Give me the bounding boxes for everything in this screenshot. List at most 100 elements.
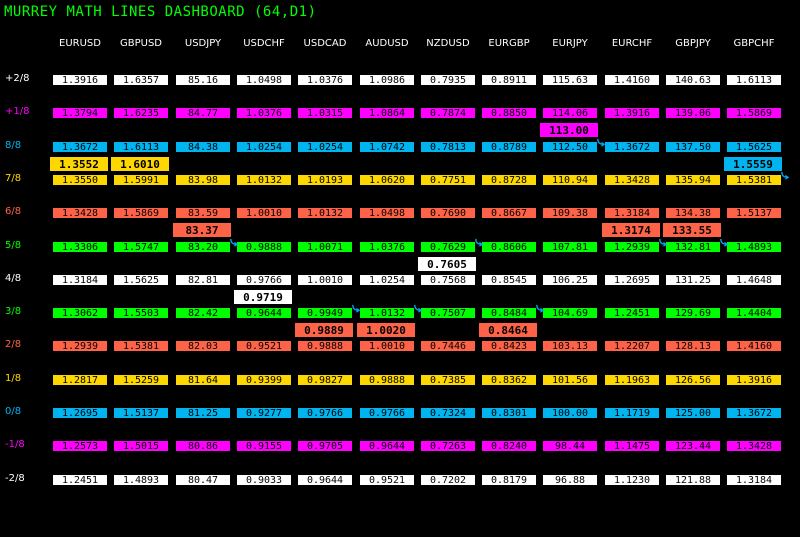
level-cell: 1.1719 — [604, 407, 660, 419]
level-cell: 1.0864 — [359, 107, 415, 119]
level-cell: 0.9949 — [297, 307, 353, 319]
level-label: 5/8 — [5, 240, 22, 251]
level-cell: 1.2207 — [604, 340, 660, 352]
level-cell: 1.0132 — [297, 207, 353, 219]
level-cell: 0.8484 — [481, 307, 537, 319]
level-cell: 0.7813 — [420, 141, 476, 153]
level-label: +1/8 — [5, 106, 30, 117]
level-label: -1/8 — [5, 439, 25, 450]
level-cell: 80.86 — [175, 440, 231, 452]
level-cell: 106.25 — [542, 274, 598, 286]
level-cell: 0.9521 — [359, 474, 415, 486]
level-cell: 1.5259 — [113, 374, 169, 386]
curved-arrow-icon — [351, 304, 361, 313]
level-cell: 1.5991 — [113, 174, 169, 186]
level-cell: 1.2939 — [604, 241, 660, 253]
level-cell: 1.1230 — [604, 474, 660, 486]
level-label: 6/8 — [5, 206, 22, 217]
level-cell: 1.4160 — [604, 74, 660, 86]
column-header-eurchf: EURCHF — [611, 38, 653, 49]
level-cell: 0.9766 — [236, 274, 292, 286]
level-cell: 132.81 — [665, 241, 721, 253]
level-cell: 82.03 — [175, 340, 231, 352]
column-header-usdchf: USDCHF — [243, 38, 285, 49]
level-cell: 128.13 — [665, 340, 721, 352]
level-label: 7/8 — [5, 173, 22, 184]
level-cell: 0.7446 — [420, 340, 476, 352]
level-cell: 0.9766 — [359, 407, 415, 419]
level-cell: 1.3672 — [604, 141, 660, 153]
level-cell: 101.56 — [542, 374, 598, 386]
level-cell: 1.5137 — [113, 407, 169, 419]
current-price-eurusd: 1.3552 — [49, 156, 109, 172]
level-cell: 109.38 — [542, 207, 598, 219]
current-price-usdjpy: 83.37 — [172, 222, 232, 238]
level-cell: 0.8179 — [481, 474, 537, 486]
level-cell: 135.94 — [665, 174, 721, 186]
level-cell: 0.7202 — [420, 474, 476, 486]
level-cell: 1.2817 — [52, 374, 108, 386]
level-cell: 0.9399 — [236, 374, 292, 386]
level-cell: 98.44 — [542, 440, 598, 452]
current-price-gbpjpy: 133.55 — [662, 222, 722, 238]
level-cell: 0.8911 — [481, 74, 537, 86]
column-header-usdcad: USDCAD — [303, 38, 347, 49]
level-cell: 0.8423 — [481, 340, 537, 352]
level-cell: 1.1475 — [604, 440, 660, 452]
level-cell: 1.0986 — [359, 74, 415, 86]
level-cell: 1.2451 — [604, 307, 660, 319]
level-cell: 126.56 — [665, 374, 721, 386]
level-cell: 139.06 — [665, 107, 721, 119]
curved-arrow-icon — [596, 138, 606, 147]
level-cell: 1.0254 — [359, 274, 415, 286]
level-cell: 0.7690 — [420, 207, 476, 219]
level-cell: 1.2451 — [52, 474, 108, 486]
column-header-eurusd: EURUSD — [59, 38, 101, 49]
level-label: 8/8 — [5, 140, 22, 151]
level-cell: 1.5625 — [113, 274, 169, 286]
level-cell: 0.9277 — [236, 407, 292, 419]
level-cell: 1.5503 — [113, 307, 169, 319]
current-price-eurjpy: 113.00 — [539, 122, 599, 138]
level-cell: 82.42 — [175, 307, 231, 319]
level-cell: 0.9033 — [236, 474, 292, 486]
curved-arrow-icon — [413, 304, 423, 313]
current-price-usdcad: 0.9889 — [294, 322, 354, 338]
current-price-eurgbp: 0.8464 — [478, 322, 538, 338]
level-cell: 1.0498 — [359, 207, 415, 219]
level-cell: 0.9705 — [297, 440, 353, 452]
curved-arrow-icon — [780, 171, 790, 180]
column-header-gbpusd: GBPUSD — [119, 38, 162, 49]
level-cell: 0.9888 — [297, 340, 353, 352]
curved-arrow-icon — [229, 238, 239, 247]
level-label: 0/8 — [5, 406, 22, 417]
level-cell: 1.0254 — [297, 141, 353, 153]
curved-arrow-icon — [535, 304, 545, 313]
level-cell: 1.4893 — [726, 241, 782, 253]
level-cell: 0.8789 — [481, 141, 537, 153]
level-label: -2/8 — [5, 473, 25, 484]
level-cell: 100.00 — [542, 407, 598, 419]
level-cell: 129.69 — [665, 307, 721, 319]
level-cell: 0.7874 — [420, 107, 476, 119]
level-cell: 83.98 — [175, 174, 231, 186]
level-cell: 1.3184 — [604, 207, 660, 219]
level-cell: 1.0742 — [359, 141, 415, 153]
level-label: 1/8 — [5, 373, 22, 384]
level-cell: 0.8301 — [481, 407, 537, 419]
level-cell: 0.7568 — [420, 274, 476, 286]
level-label: +2/8 — [5, 73, 30, 84]
level-cell: 83.20 — [175, 241, 231, 253]
level-cell: 0.9521 — [236, 340, 292, 352]
level-cell: 80.47 — [175, 474, 231, 486]
level-cell: 107.81 — [542, 241, 598, 253]
level-cell: 1.1963 — [604, 374, 660, 386]
level-cell: 1.2695 — [604, 274, 660, 286]
level-cell: 84.77 — [175, 107, 231, 119]
level-cell: 0.8606 — [481, 241, 537, 253]
level-cell: 1.3306 — [52, 241, 108, 253]
level-cell: 1.0010 — [236, 207, 292, 219]
level-cell: 1.0132 — [236, 174, 292, 186]
level-cell: 96.88 — [542, 474, 598, 486]
level-cell: 1.4648 — [726, 274, 782, 286]
